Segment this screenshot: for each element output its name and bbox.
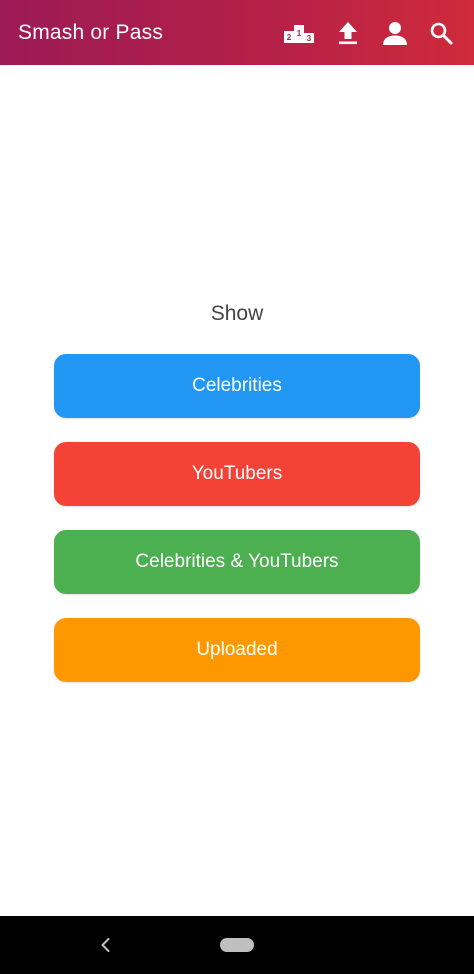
app-title-pass: Pass <box>115 21 164 44</box>
system-navigation-bar <box>0 916 474 974</box>
app-screen: Smash or Pass 1 2 3 Show Celebrities You… <box>0 0 474 974</box>
show-heading: Show <box>210 302 264 325</box>
celebrities-button[interactable]: Celebrities <box>54 354 420 418</box>
leaderboard-button[interactable]: 1 2 3 <box>283 17 315 49</box>
search-icon <box>430 22 453 45</box>
upload-button[interactable] <box>332 17 364 49</box>
uploaded-button[interactable]: Uploaded <box>54 618 420 682</box>
home-pill-icon[interactable] <box>220 938 254 952</box>
podium-digit-1: 1 <box>297 29 302 38</box>
app-title-or: or <box>90 21 110 44</box>
celebrities-and-youtubers-button[interactable]: Celebrities & YouTubers <box>54 530 420 594</box>
chevron-left-icon[interactable] <box>96 935 116 955</box>
account-icon <box>383 22 407 45</box>
app-title-smash: Smash <box>18 21 85 44</box>
app-bar: Smash or Pass 1 2 3 <box>0 0 474 65</box>
youtubers-button[interactable]: YouTubers <box>54 442 420 506</box>
upload-icon <box>339 22 357 45</box>
leaderboard-podium-icon: 1 2 3 <box>284 25 314 43</box>
search-button[interactable] <box>425 17 457 49</box>
app-title: Smash or Pass <box>18 19 163 47</box>
podium-digit-2: 2 <box>287 33 292 42</box>
podium-digit-3: 3 <box>307 34 312 43</box>
account-button[interactable] <box>379 17 411 49</box>
